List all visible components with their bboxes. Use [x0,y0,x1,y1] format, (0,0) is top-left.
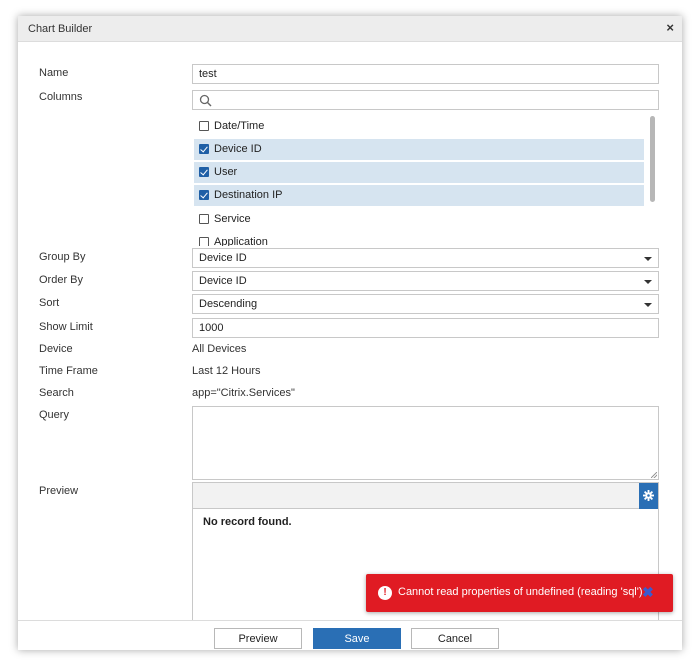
chart-builder-dialog: Chart Builder × Name test Columns Date/T… [18,16,682,650]
cancel-button[interactable]: Cancel [411,628,499,649]
device-value: All Devices [192,343,247,355]
column-item-date-time[interactable]: Date/Time [194,116,644,137]
checkbox[interactable] [199,237,209,246]
name-label: Name [39,67,69,79]
checkbox[interactable] [199,121,209,131]
preview-label: Preview [39,485,79,497]
close-icon[interactable]: ✖ [642,584,654,601]
column-item-label: Service [214,213,251,225]
order-by-select[interactable]: Device ID [192,271,659,291]
column-item-label: Application [214,236,268,246]
time-frame-label: Time Frame [39,365,98,377]
show-limit-input[interactable]: 1000 [192,318,659,338]
group-by-value: Device ID [199,252,247,264]
column-item-application[interactable]: Application [194,232,644,246]
order-by-value: Device ID [199,275,247,287]
checkbox-checked[interactable] [199,190,209,200]
settings-button[interactable] [639,483,658,509]
sort-value: Descending [199,298,258,310]
save-button[interactable]: Save [313,628,401,649]
checkbox[interactable] [199,214,209,224]
column-item-destination-ip[interactable]: Destination IP [194,185,644,206]
columns-list: Date/Time Device ID User Destination IP … [192,114,659,246]
dialog-titlebar: Chart Builder × [18,16,682,42]
dialog-footer: Preview Save Cancel [18,620,682,650]
caret-down-icon [644,257,652,261]
column-item-user[interactable]: User [194,162,644,183]
checkbox-checked[interactable] [199,144,209,154]
name-input[interactable]: test [192,64,659,84]
column-item-service[interactable]: Service [194,209,644,230]
resize-grip-icon[interactable] [651,472,657,478]
error-message: Cannot read properties of undefined (rea… [398,586,643,598]
preview-toolbar [193,483,658,509]
column-item-label: Date/Time [214,120,265,132]
column-item-device-id[interactable]: Device ID [194,139,644,160]
sort-label: Sort [39,297,60,309]
preview-button[interactable]: Preview [214,628,302,649]
column-item-label: Device ID [214,143,262,155]
columns-scrollbar[interactable] [650,116,655,202]
gear-icon [643,490,654,501]
group-by-label: Group By [39,251,86,263]
column-item-label: User [214,166,238,178]
column-item-label: Destination IP [214,189,283,201]
search-value: app="Citrix.Services" [192,387,295,399]
device-label: Device [39,343,73,355]
query-textarea[interactable] [192,406,659,480]
search-label: Search [39,387,74,399]
show-limit-label: Show Limit [39,321,93,333]
checkbox-checked[interactable] [199,167,209,177]
caret-down-icon [644,280,652,284]
name-input-value: test [199,68,217,80]
preview-empty-message: No record found. [203,516,292,528]
order-by-label: Order By [39,274,84,286]
close-icon[interactable]: × [666,21,674,35]
error-icon: ! [378,586,392,600]
group-by-select[interactable]: Device ID [192,248,659,268]
error-toast: ! Cannot read properties of undefined (r… [366,574,673,612]
query-label: Query [39,409,69,421]
search-icon [199,94,212,107]
sort-select[interactable]: Descending [192,294,659,314]
caret-down-icon [644,303,652,307]
columns-label: Columns [39,91,83,103]
show-limit-value: 1000 [199,322,224,334]
time-frame-value: Last 12 Hours [192,365,261,377]
columns-search-input[interactable] [192,90,659,110]
dialog-title: Chart Builder [28,23,93,35]
